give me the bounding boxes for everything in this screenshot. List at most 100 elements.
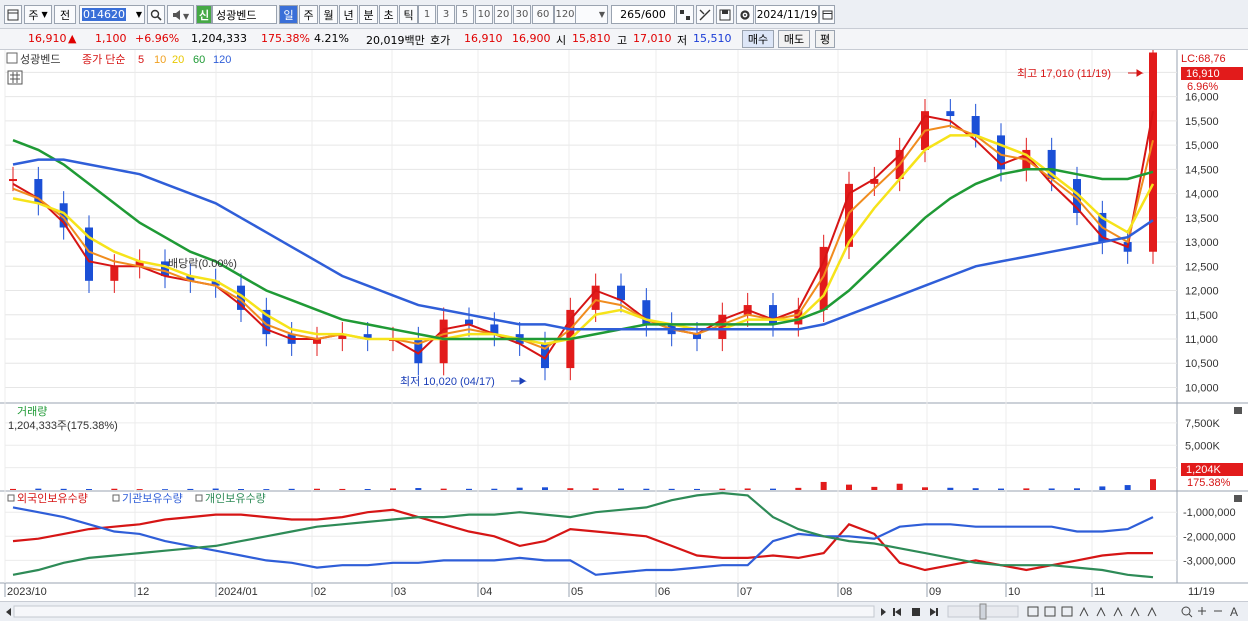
period-tab-6[interactable]: 틱	[399, 5, 418, 24]
low-label: 저	[677, 34, 688, 47]
stock-code-input[interactable]: 014620 ▼	[79, 5, 145, 24]
period-tab-3[interactable]: 년	[339, 5, 358, 24]
price-tick-label: 13,000	[1185, 237, 1219, 249]
x-tick-label: 12	[137, 586, 149, 598]
volume-value: 1,204,333	[191, 32, 247, 45]
volume-bar	[1074, 488, 1080, 490]
volume-bar	[846, 484, 852, 490]
calendar-icon[interactable]	[819, 5, 835, 24]
volume-bar	[1099, 486, 1106, 490]
high-price: 17,010	[633, 32, 672, 45]
price-tick-label: 15,000	[1185, 140, 1219, 152]
sell-button[interactable]: 매도	[778, 30, 810, 48]
layout-icon[interactable]	[4, 5, 22, 24]
search-icon[interactable]	[147, 5, 165, 24]
scroll-right-icon[interactable]	[881, 608, 886, 616]
open-price: 15,810	[572, 32, 611, 45]
tools-icon[interactable]	[696, 5, 714, 24]
ma-legend-60: 60	[193, 54, 205, 66]
stock-chart[interactable]: 16,50016,00015,50015,00014,50014,00013,5…	[0, 40, 1248, 604]
date-input[interactable]: 2024/11/19	[755, 5, 819, 24]
interval-button-1[interactable]: 1	[418, 5, 436, 24]
volume-value-label: 1,204,333주(175.38%)	[8, 420, 118, 432]
interval-button-3[interactable]: 3	[437, 5, 455, 24]
volume-tick-label: 7,500K	[1185, 418, 1221, 430]
new-badge-label: 신	[198, 8, 210, 22]
prev-label: 전	[59, 8, 71, 22]
chart-area[interactable]: 16,50016,00015,50015,00014,50014,00013,5…	[0, 40, 1248, 604]
x-tick-label: 02	[314, 586, 326, 598]
new-badge: 신	[196, 5, 212, 24]
volume-current-pct: 175.38%	[1187, 477, 1231, 489]
data-count-field[interactable]: 265/600	[611, 5, 675, 24]
panel-close-icon	[1234, 495, 1242, 502]
bid-price: 16,900	[512, 32, 551, 45]
x-right-label: 11/19	[1188, 586, 1215, 598]
volume-bar	[947, 487, 954, 490]
interval-dropdown[interactable]: ▼	[572, 5, 608, 24]
period-tab-2[interactable]: 월	[319, 5, 338, 24]
holdings-legend-1: 기관보유수량	[122, 492, 183, 505]
buy-label: 매수	[747, 33, 769, 46]
volume-bar	[668, 488, 675, 490]
volume-bar	[744, 488, 751, 490]
price-tick-label: 14,500	[1185, 164, 1219, 176]
period-tab-5[interactable]: 초	[379, 5, 398, 24]
candle-body	[617, 285, 625, 301]
font-size-icon[interactable]: A	[1230, 605, 1238, 619]
candle-body	[439, 319, 448, 364]
scroll-track[interactable]	[13, 605, 875, 618]
volume-bar	[1048, 488, 1055, 490]
volume-bar	[314, 488, 320, 490]
low-price: 15,510	[693, 32, 732, 45]
last-page-icon[interactable]	[930, 608, 938, 616]
volume-bar	[896, 483, 903, 490]
high-annotation: 최고 17,010 (11/19)	[1017, 67, 1111, 80]
interval-button-60[interactable]: 60	[532, 5, 554, 24]
scroll-bar[interactable]: A	[0, 601, 1248, 621]
holdings-legend-0: 외국인보유수량	[17, 492, 88, 505]
x-tick-label: 09	[929, 586, 941, 598]
count-value: 265	[620, 8, 642, 21]
period-tab-1[interactable]: 주	[299, 5, 318, 24]
crosshair-icon[interactable]	[676, 5, 694, 24]
stock-name-label: 성광벤드	[20, 53, 60, 66]
market-select[interactable]: 주 ▼	[24, 5, 52, 24]
save-icon[interactable]	[716, 5, 734, 24]
volume-bar	[35, 488, 42, 490]
low-annotation: 최저 10,020 (04/17)	[400, 375, 495, 388]
interval-button-30[interactable]: 30	[513, 5, 531, 24]
quote-bar: 16,910 ▲ 1,100 +6.96% 1,204,333 175.38% …	[0, 29, 1248, 50]
price-tick-label: 15,500	[1185, 116, 1219, 128]
candle-body	[9, 179, 17, 182]
chevron-down-icon: ▼	[598, 10, 605, 19]
x-tick-label: 07	[740, 586, 752, 598]
volume-current-tag: 1,204K	[1186, 464, 1222, 476]
stop-icon[interactable]	[912, 608, 920, 616]
volume-bar	[111, 488, 118, 490]
period-tab-4[interactable]: 분	[359, 5, 378, 24]
buy-button[interactable]: 매수	[742, 30, 774, 48]
eval-button[interactable]: 평	[815, 30, 835, 48]
zoom-handle[interactable]	[979, 603, 987, 620]
interval-button-20[interactable]: 20	[494, 5, 512, 24]
interval-button-120[interactable]: 120	[554, 5, 576, 24]
interval-button-10[interactable]: 10	[475, 5, 493, 24]
turnover-rate: 4.21%	[314, 32, 349, 45]
sound-icon[interactable]: ▼	[167, 5, 194, 24]
scroll-left-icon[interactable]	[6, 608, 11, 616]
current-pct-tag: 6.96%	[1187, 81, 1218, 93]
volume-bar	[922, 487, 928, 490]
volume-title: 거래량	[17, 405, 47, 418]
interval-button-5[interactable]: 5	[456, 5, 474, 24]
dividend-annotation: 배당락(0.00%)	[168, 257, 237, 270]
ma-legend-5: 5	[138, 54, 144, 66]
volume-bar	[440, 488, 447, 490]
x-tick-label: 03	[394, 586, 406, 598]
period-tab-0[interactable]: 일	[279, 5, 298, 24]
settings-icon[interactable]	[736, 5, 754, 24]
prev-button[interactable]: 전	[54, 5, 76, 24]
volume-bar	[871, 486, 878, 490]
first-page-icon[interactable]	[893, 608, 901, 616]
chart-tool-icons[interactable]	[1027, 606, 1222, 618]
